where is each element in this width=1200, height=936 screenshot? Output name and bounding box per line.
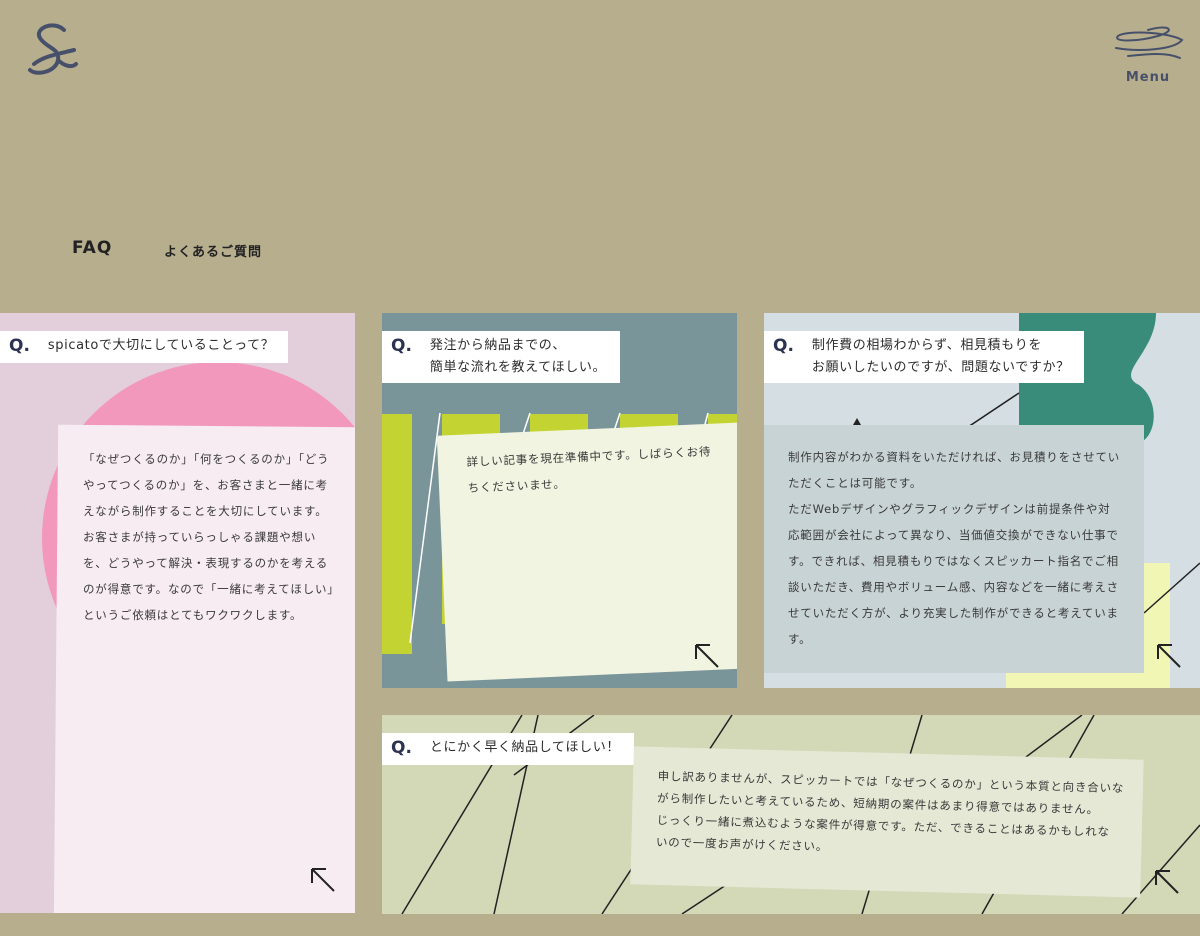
question-text: 制作費の相場わからず、相見積もりを お願いしたいのですが、問題ないですか？	[811, 338, 1070, 375]
script-s-signature-logo	[28, 23, 78, 75]
page-title: FAQ	[72, 238, 113, 258]
question-tag: Q. 発注から納品までの、 簡単な流れを教えてほしい。	[382, 331, 621, 383]
logo[interactable]	[24, 20, 80, 80]
menu-label: Menu	[1125, 70, 1171, 85]
faq-card-3[interactable]: Q. 制作費の相場わからず、相見積もりを お願いしたいのですが、問題ないですか？…	[764, 313, 1200, 688]
answer-text: 申し訳ありませんが、スピッカートでは「なぜつくるのか」という本質と向き合いな が…	[655, 768, 1125, 854]
q-mark: Q.	[9, 336, 30, 356]
arrow-up-left-icon	[695, 644, 719, 668]
question-text: spicatoで大切にしていることって？	[47, 338, 275, 353]
faq-card-2[interactable]: Q. 発注から納品までの、 簡単な流れを教えてほしい。 詳しい記事を現在準備中で…	[382, 313, 737, 688]
question-tag: Q. 制作費の相場わからず、相見積もりを お願いしたいのですが、問題ないですか？	[764, 331, 1084, 383]
faq-card-4[interactable]: Q. とにかく早く納品してほしい！ 申し訳ありませんが、スピッカートでは「なぜつ…	[382, 715, 1200, 914]
page-subtitle: よくあるご質問	[164, 245, 263, 260]
question-tag: Q. spicatoで大切にしていることって？	[0, 331, 289, 363]
question-text: 発注から納品までの、 簡単な流れを教えてほしい。	[429, 338, 607, 375]
q-mark: Q.	[773, 336, 794, 356]
menu-button[interactable]: Menu	[1108, 22, 1188, 92]
arrow-up-left-icon	[311, 868, 335, 892]
arrow-up-left-icon	[1155, 870, 1179, 894]
answer-text: 制作内容がわかる資料をいただければ、お見積りをさせてい ただくことは可能です。 …	[788, 450, 1121, 646]
q-mark: Q.	[391, 336, 412, 356]
question-text: とにかく早く納品してほしい！	[429, 740, 620, 755]
q-mark: Q.	[391, 738, 412, 758]
faq-card-1[interactable]: Q. spicatoで大切にしていることって？ 「なぜつくるのか」「何をつくるの…	[0, 313, 355, 913]
question-tag: Q. とにかく早く納品してほしい！	[382, 733, 634, 765]
answer-text: 「なぜつくるのか」「何をつくるのか」「どう やってつくるのか」を、お客さまと一緒…	[83, 452, 340, 622]
arrow-up-left-icon	[1157, 644, 1181, 668]
scribble-menu-icon	[1115, 26, 1184, 59]
